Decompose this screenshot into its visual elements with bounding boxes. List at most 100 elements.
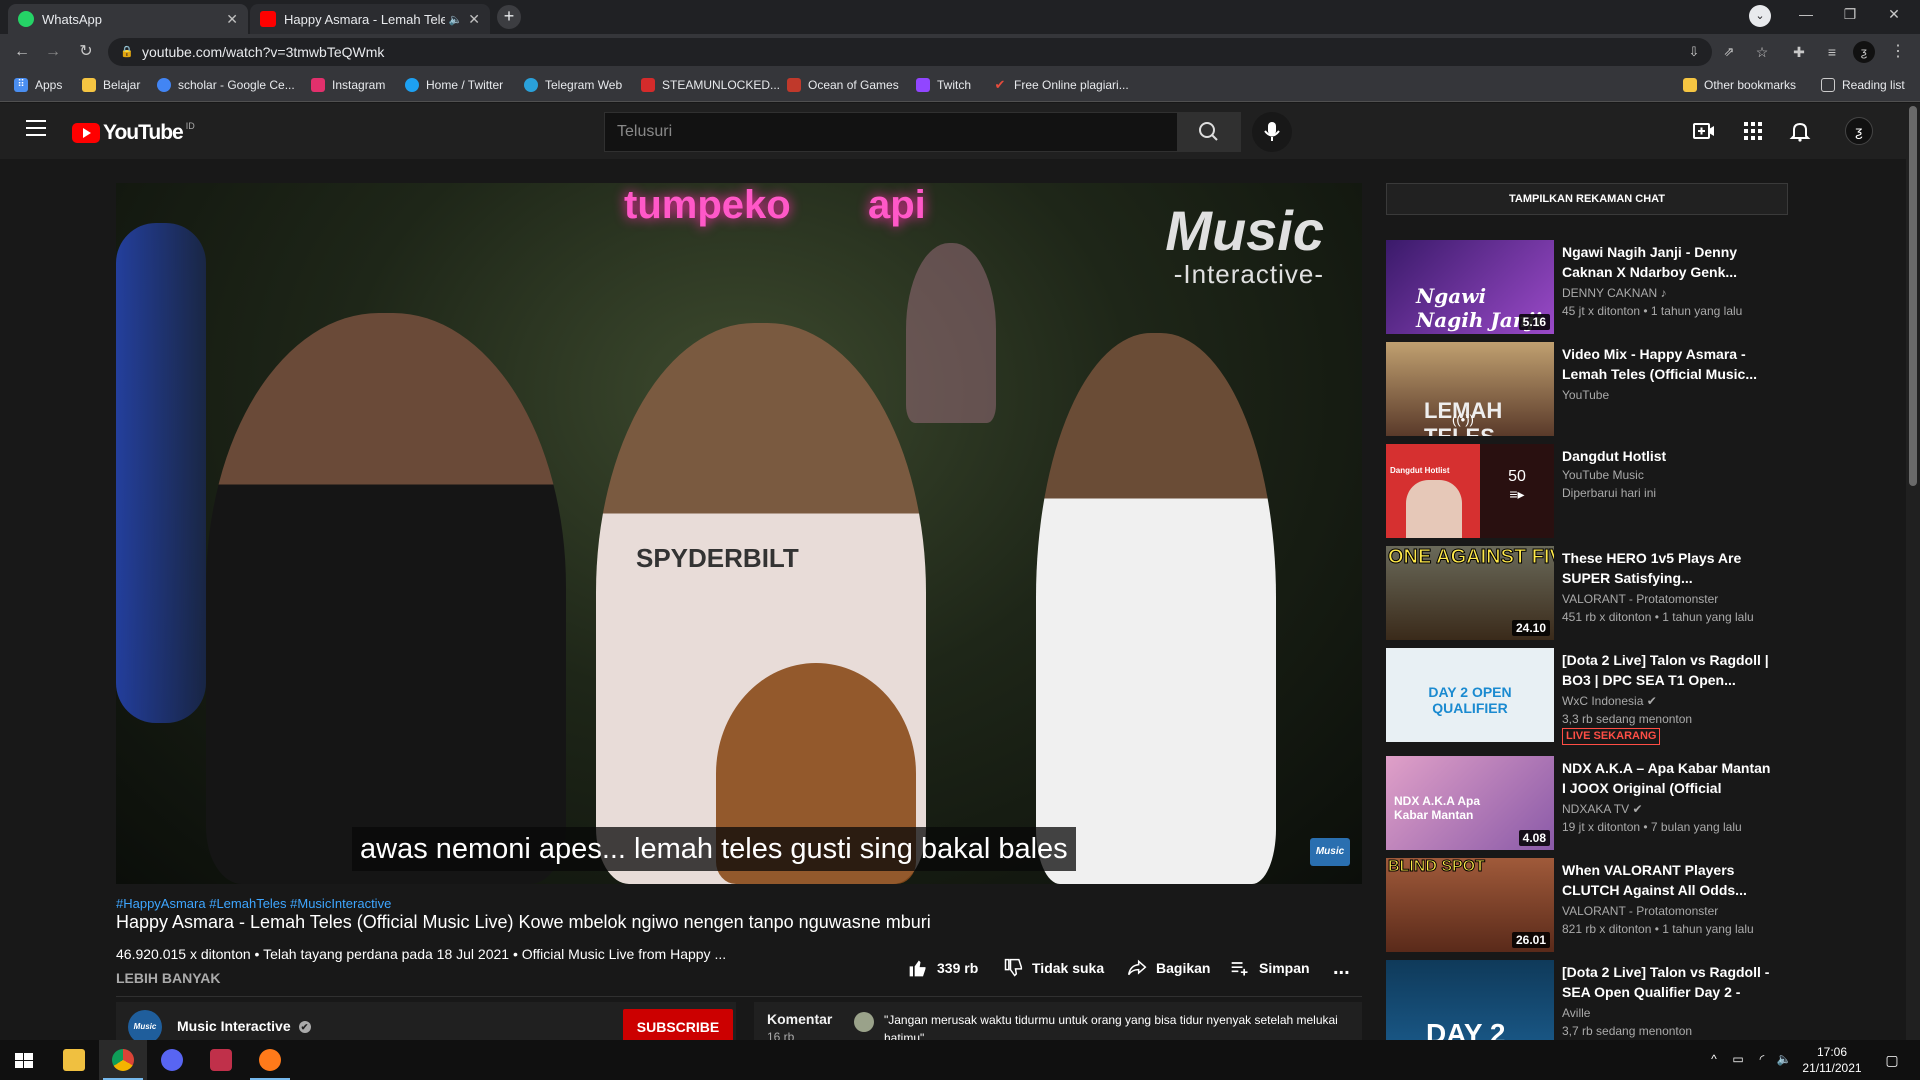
extensions-icon[interactable]: ✚ xyxy=(1787,40,1811,64)
forward-icon[interactable]: → xyxy=(41,40,65,64)
video-thumbnail[interactable]: NDX A.K.A Apa Kabar Mantan 4.08 xyxy=(1386,756,1554,850)
tab-youtube[interactable]: Happy Asmara - Lemah Teles 🔈 ✕ xyxy=(250,4,490,34)
bookmark-star-icon[interactable]: ☆ xyxy=(1750,40,1774,64)
account-avatar-icon[interactable]: ƺ xyxy=(1845,117,1873,145)
address-bar[interactable]: 🔒 youtube.com/watch?v=3tmwbTeQWmk xyxy=(108,38,1712,66)
start-button[interactable] xyxy=(0,1040,48,1080)
share-icon[interactable]: ⇗ xyxy=(1717,40,1741,64)
menu-kebab-icon[interactable]: ⋮ xyxy=(1886,40,1910,64)
dislike-button[interactable]: Tidak suka xyxy=(1003,958,1104,978)
lock-icon: 🔒 xyxy=(120,46,134,58)
show-chat-replay-button[interactable]: TAMPILKAN REKAMAN CHAT xyxy=(1386,183,1788,215)
instagram-icon xyxy=(311,78,325,92)
bookmark-instagram[interactable]: Instagram xyxy=(311,78,385,92)
bookmark-scholar[interactable]: scholar - Google Ce... xyxy=(157,78,295,92)
bookmark-ocean-of-games[interactable]: Ocean of Games xyxy=(787,78,899,92)
tab-title: WhatsApp xyxy=(42,11,102,27)
share-arrow-icon xyxy=(1127,959,1147,976)
taskbar-vivaldi[interactable] xyxy=(197,1040,245,1080)
youtube-logo[interactable]: YouTube ID xyxy=(72,121,195,145)
channel-avatar[interactable]: Music xyxy=(128,1010,162,1044)
tab-search-icon[interactable]: ⌄ xyxy=(1749,5,1771,27)
playlist-thumbnail[interactable]: Dangdut Hotlist 50 ≡▸ xyxy=(1386,444,1554,538)
more-actions-icon[interactable]: ... xyxy=(1333,957,1350,979)
search-input[interactable]: Telusuri xyxy=(604,112,1178,152)
back-icon[interactable]: ← xyxy=(10,40,34,64)
page-scrollbar[interactable] xyxy=(1906,103,1920,1040)
recommendation-item[interactable]: BLIND SPOT 26.01 When VALORANT Players C… xyxy=(1386,858,1788,952)
new-tab-button[interactable]: + xyxy=(497,5,521,29)
create-video-icon[interactable] xyxy=(1692,119,1716,143)
tab-whatsapp[interactable]: WhatsApp ✕ xyxy=(8,4,248,34)
folder-icon xyxy=(82,78,96,92)
video-thumbnail[interactable]: BLIND SPOT 26.01 xyxy=(1386,858,1554,952)
youtube-masthead: YouTube ID Telusuri ƺ xyxy=(0,103,1920,159)
share-button[interactable]: Bagikan xyxy=(1127,958,1210,978)
bookmark-twitter[interactable]: Home / Twitter xyxy=(405,78,503,92)
recommendation-item[interactable]: DAY 2 OPEN QUALIFIER [Dota 2 Live] Talon… xyxy=(1386,648,1788,745)
install-icon[interactable]: ⇩ xyxy=(1682,40,1706,64)
channel-name[interactable]: Music Interactive ✔ xyxy=(177,1018,311,1034)
notification-center-icon[interactable]: ▢ xyxy=(1884,1052,1900,1068)
folder-icon xyxy=(1683,78,1697,92)
media-control-icon[interactable]: ≡ xyxy=(1820,40,1844,64)
mix-radio-icon: ((•)) xyxy=(1452,412,1474,427)
corner-logo: Music xyxy=(1310,838,1350,866)
taskbar-discord[interactable] xyxy=(148,1040,196,1080)
chrome-icon xyxy=(112,1049,134,1071)
speaker-icon[interactable]: 🔈 xyxy=(449,13,463,26)
show-more-button[interactable]: LEBIH BANYAK xyxy=(116,970,221,986)
bookmark-telegram[interactable]: Telegram Web xyxy=(524,78,622,92)
like-button[interactable]: 339 rb xyxy=(908,958,978,978)
bookmark-twitch[interactable]: Twitch xyxy=(916,78,971,92)
restore-icon[interactable]: ❐ xyxy=(1830,0,1870,30)
taskbar-clock[interactable]: 17:06 21/11/2021 xyxy=(1790,1044,1874,1076)
voice-search-button[interactable] xyxy=(1252,112,1292,152)
minimize-icon[interactable]: — xyxy=(1786,0,1826,30)
search-icon xyxy=(1199,122,1218,141)
close-tab-icon[interactable]: ✕ xyxy=(226,11,238,28)
video-hashtags[interactable]: #HappyAsmara #LemahTeles #MusicInteracti… xyxy=(116,896,391,911)
bookmark-belajar[interactable]: Belajar xyxy=(82,78,140,92)
notifications-bell-icon[interactable] xyxy=(1788,119,1812,143)
close-window-icon[interactable]: ✕ xyxy=(1874,0,1914,30)
recommendation-item[interactable]: Ngawi Nagih Janji 5.16 Ngawi Nagih Janji… xyxy=(1386,240,1788,334)
video-thumbnail[interactable]: Ngawi Nagih Janji 5.16 xyxy=(1386,240,1554,334)
wifi-icon[interactable]: ◜ xyxy=(1754,1052,1770,1068)
guitarist-figure xyxy=(1036,333,1276,884)
video-thumbnail[interactable]: LEMAH TELES ((•)) xyxy=(1386,342,1554,436)
recommendation-item[interactable]: ONE AGAINST FIVE 24.10 These HERO 1v5 Pl… xyxy=(1386,546,1788,640)
close-tab-icon[interactable]: ✕ xyxy=(468,11,480,28)
neon-sign-left: tumpeko xyxy=(624,183,791,227)
reading-list-icon xyxy=(1821,78,1835,92)
taskbar-chrome[interactable] xyxy=(99,1040,147,1080)
comments-teaser[interactable]: Komentar 16 rb "Jangan merusak waktu tid… xyxy=(754,1002,1362,1045)
bookmark-apps[interactable]: ⠿ Apps xyxy=(14,78,62,92)
taskbar-file-explorer[interactable] xyxy=(50,1040,98,1080)
twitch-icon xyxy=(916,78,930,92)
recommendation-item[interactable]: LEMAH TELES ((•)) Video Mix - Happy Asma… xyxy=(1386,342,1788,436)
bookmark-plagiarism[interactable]: ✔ Free Online plagiari... xyxy=(993,78,1129,93)
video-thumbnail[interactable]: DAY 2 OPEN QUALIFIER xyxy=(1386,648,1554,742)
search-button[interactable] xyxy=(1177,112,1241,152)
bookmark-steamunlocked[interactable]: STEAMUNLOCKED... xyxy=(641,78,780,92)
recommendation-item[interactable]: NDX A.K.A Apa Kabar Mantan 4.08 NDX A.K.… xyxy=(1386,756,1788,850)
recommendation-item[interactable]: Dangdut Hotlist 50 ≡▸ Dangdut Hotlist Yo… xyxy=(1386,444,1788,538)
tray-chevron-icon[interactable]: ^ xyxy=(1706,1052,1722,1068)
video-thumbnail[interactable]: ONE AGAINST FIVE 24.10 xyxy=(1386,546,1554,640)
hamburger-menu-icon[interactable] xyxy=(26,120,46,138)
video-player[interactable]: tumpeko api SPYDERBILT Music -Interactiv… xyxy=(116,183,1362,884)
apps-grid-icon[interactable] xyxy=(1741,119,1765,143)
blue-light-shape xyxy=(116,223,206,723)
save-button[interactable]: Simpan xyxy=(1230,958,1310,978)
taskbar-app[interactable] xyxy=(246,1040,294,1080)
scrollbar-thumb[interactable] xyxy=(1909,106,1917,486)
steamunlocked-icon xyxy=(641,78,655,92)
reading-list[interactable]: Reading list xyxy=(1821,78,1905,92)
bookmark-other[interactable]: Other bookmarks xyxy=(1683,78,1796,92)
whatsapp-icon xyxy=(18,11,34,27)
battery-icon[interactable]: ▭ xyxy=(1730,1052,1746,1068)
profile-avatar-icon[interactable]: ƺ xyxy=(1853,41,1875,63)
reload-icon[interactable]: ↻ xyxy=(74,40,98,64)
channel-watermark: Music -Interactive- xyxy=(1165,199,1324,290)
